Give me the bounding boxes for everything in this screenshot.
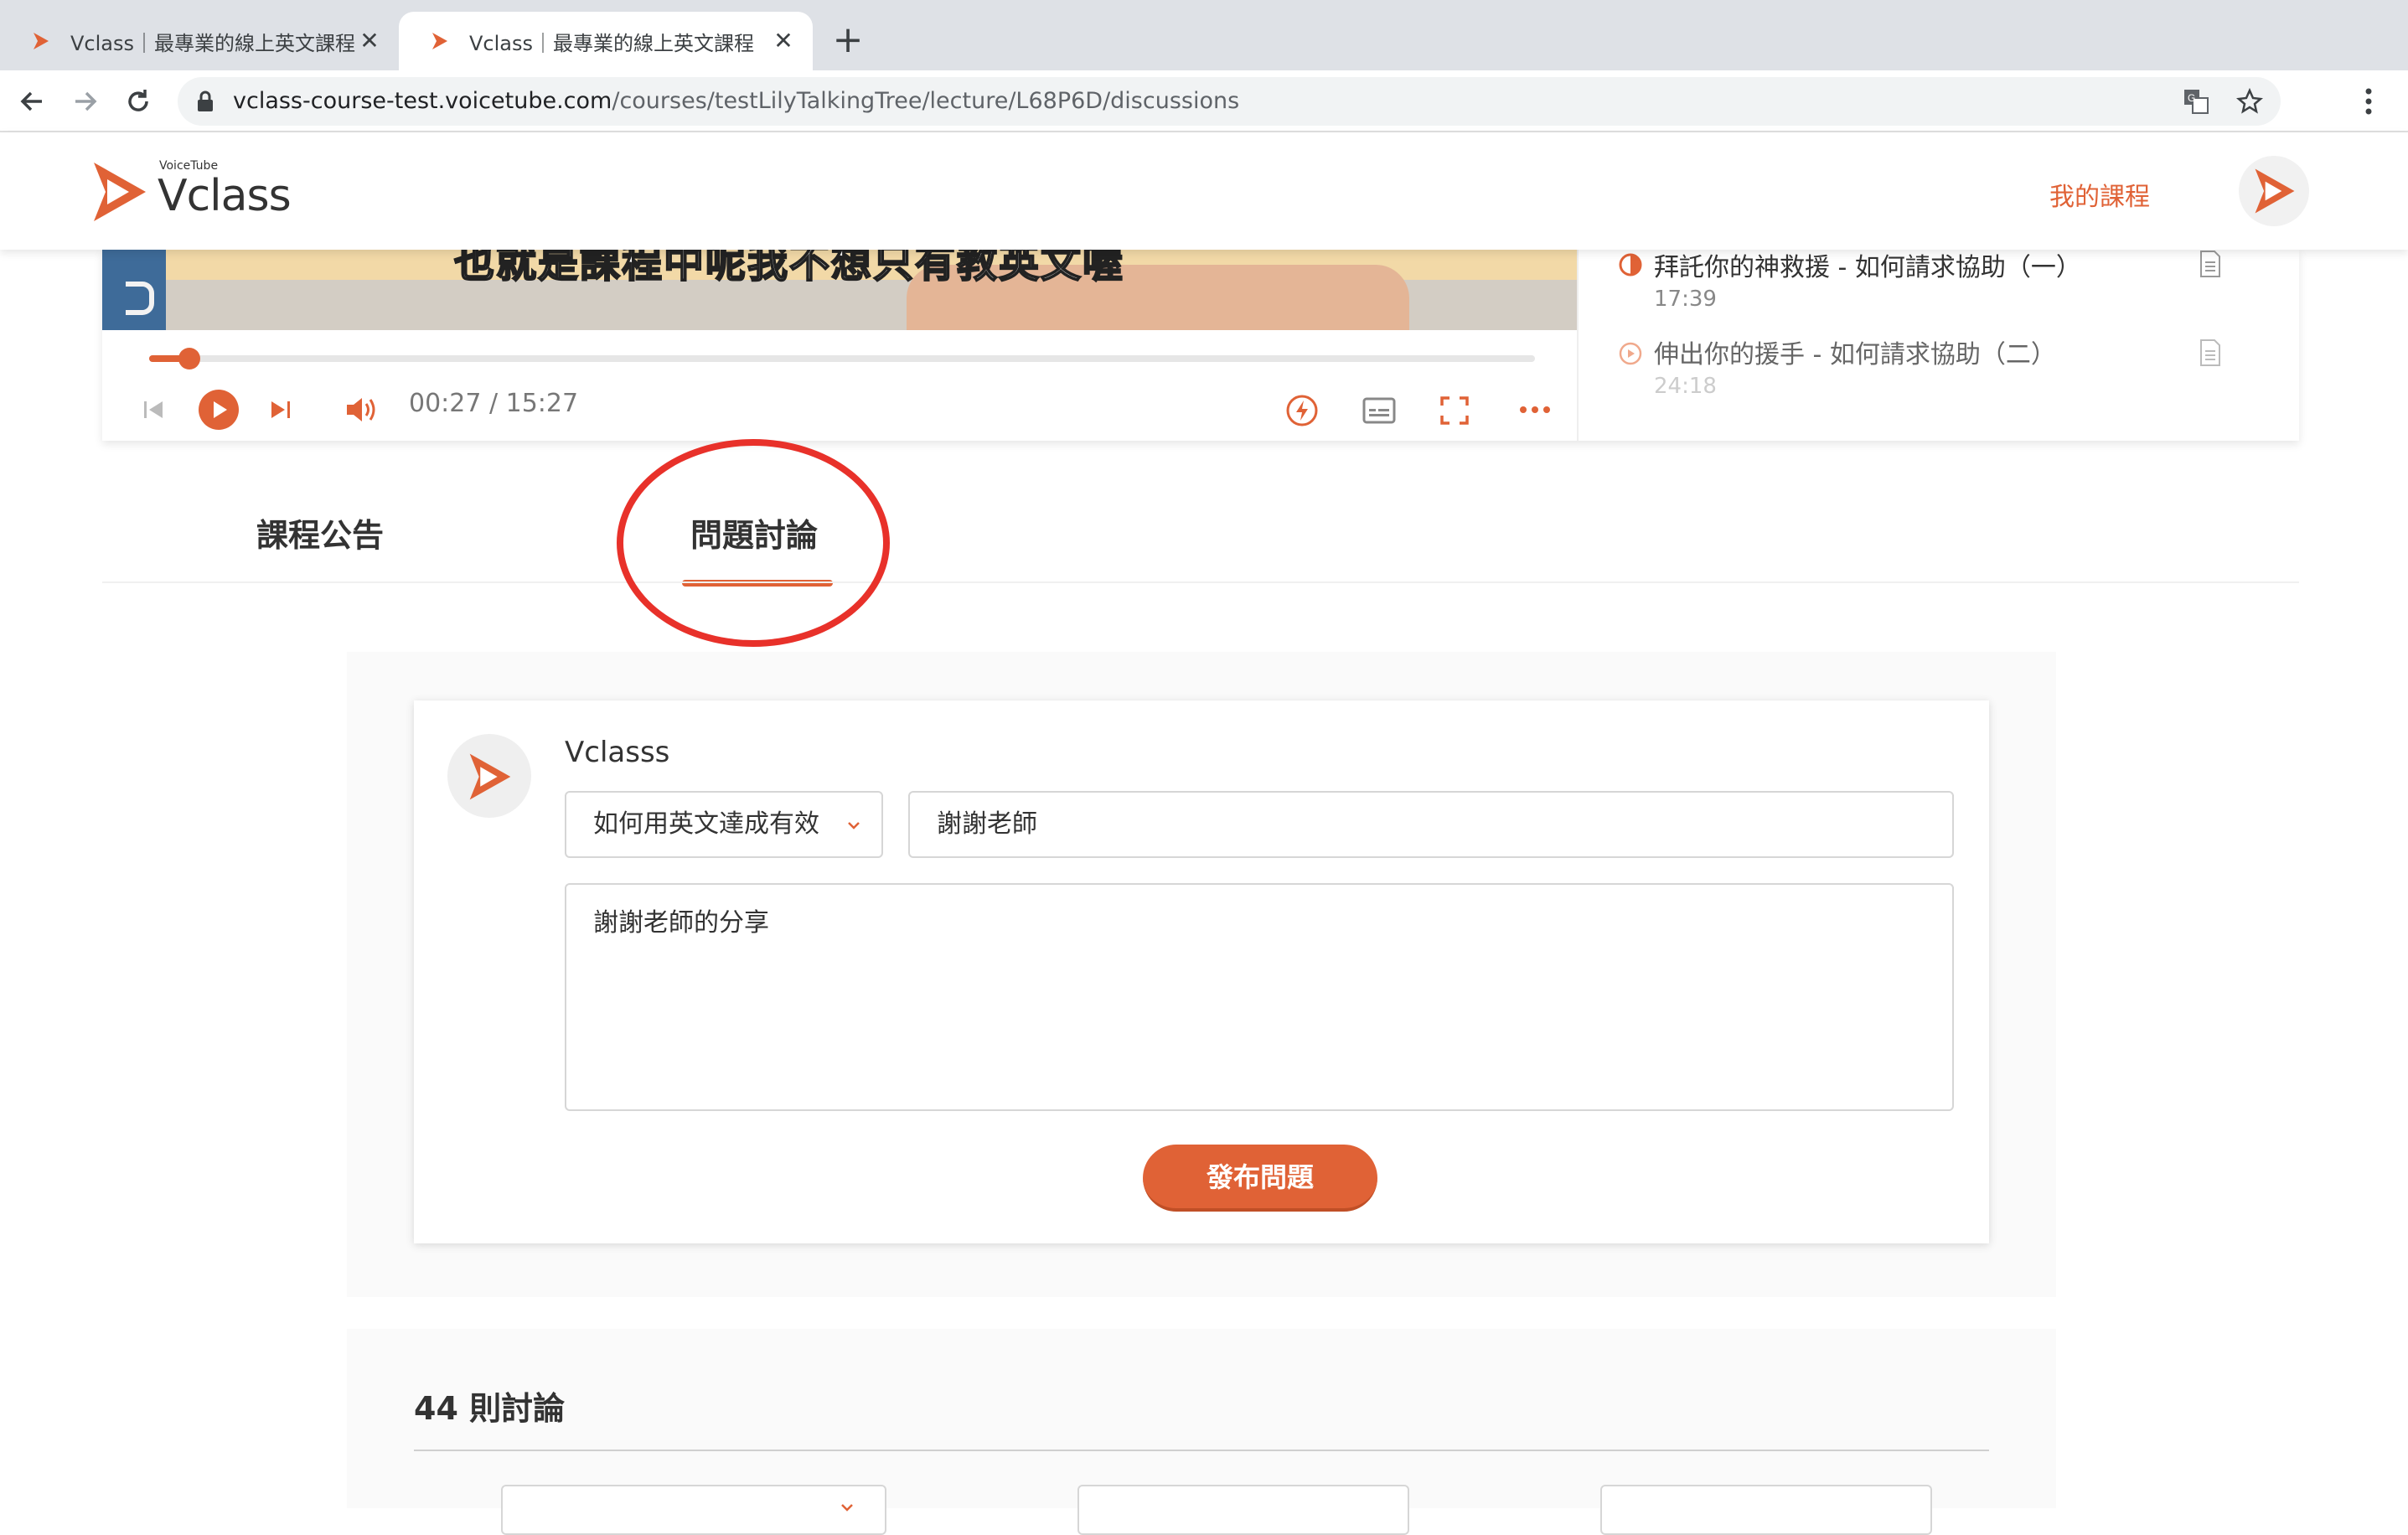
reload-icon[interactable] — [119, 82, 158, 121]
discussion-divider — [414, 1450, 1989, 1451]
discussion-count: 44 則討論 — [414, 1390, 566, 1427]
browser-tab-title: Vclass｜最專業的線上英文課程 — [70, 31, 355, 55]
vclass-favicon-icon — [34, 33, 49, 49]
star-icon[interactable] — [2235, 87, 2264, 116]
close-icon[interactable]: ✕ — [771, 28, 796, 54]
video-background — [102, 250, 166, 330]
playlist-item-duration: 17:39 — [1654, 287, 1717, 312]
player-controls: 00:27 / 15:27 — [102, 330, 1577, 441]
lecture-select[interactable]: 如何用英文達成有效 — [565, 791, 883, 858]
video-frame[interactable]: 也就是課程中呢我不想只有教英文喔 — [102, 250, 1577, 330]
post-question-button[interactable]: 發布問題 — [1143, 1145, 1377, 1212]
question-title-input[interactable]: 謝謝老師 — [908, 791, 1954, 858]
logo-big-text: Vclass — [158, 171, 292, 221]
vclass-logo-icon — [94, 163, 146, 221]
forward-icon[interactable] — [65, 82, 104, 121]
back-icon[interactable] — [13, 82, 52, 121]
lecture-playlist: 拜託你的神救援 - 如何請求協助（一） 17:39 伸出你的援手 - 如何請求協… — [1577, 250, 2299, 441]
fullscreen-icon[interactable] — [1439, 395, 1470, 426]
url-text: vclass-course-test.voicetube.com/courses… — [233, 77, 1239, 126]
previous-icon[interactable] — [141, 397, 166, 422]
translate-icon[interactable]: G — [2182, 87, 2210, 116]
avatar — [447, 734, 531, 818]
url-path: /courses/testLilyTalkingTree/lecture/L68… — [612, 88, 1240, 114]
user-avatar-icon — [2255, 168, 2295, 214]
browser-toolbar: vclass-course-test.voicetube.com/courses… — [0, 70, 2408, 132]
form-username: Vclasss — [565, 736, 670, 769]
more-options-icon[interactable] — [1518, 404, 1552, 416]
progress-bar[interactable] — [149, 348, 1535, 370]
tabs-divider — [102, 581, 2299, 583]
discussion-list-panel — [347, 1329, 2056, 1508]
playlist-item-title[interactable]: 伸出你的援手 - 如何請求協助（二） — [1654, 333, 2056, 370]
question-body-textarea[interactable]: 謝謝老師的分享 — [565, 883, 1954, 1111]
course-player: 也就是課程中呢我不想只有教英文喔 00:27 / 15:27 拜託你的神救援 -… — [102, 250, 2299, 441]
playlist-item-title[interactable]: 拜託你的神救援 - 如何請求協助（一） — [1654, 246, 2081, 283]
browser-tab-title: Vclass｜最專業的線上英文課程 — [469, 31, 754, 55]
vclass-favicon-icon — [432, 33, 447, 49]
subtitles-icon[interactable] — [1362, 397, 1396, 424]
in-progress-icon — [1619, 253, 1642, 277]
chevron-down-icon — [841, 1504, 853, 1512]
menu-icon[interactable] — [2356, 82, 2381, 121]
svg-text:G: G — [2188, 92, 2195, 104]
lock-icon — [198, 90, 213, 111]
filter-select-type[interactable] — [1077, 1485, 1409, 1535]
video-subtitle: 也就是課程中呢我不想只有教英文喔 — [453, 250, 1125, 287]
browser-tab-strip: Vclass｜最專業的線上英文課程 ✕ Vclass｜最專業的線上英文課程 ✕ … — [0, 0, 2408, 70]
user-avatar-icon — [469, 753, 511, 800]
my-courses-link[interactable]: 我的課程 — [2049, 176, 2150, 213]
address-bar[interactable]: vclass-course-test.voicetube.com/courses… — [178, 77, 2281, 126]
discussion-form: Vclasss 如何用英文達成有效 謝謝老師 謝謝老師的分享 發布問題 — [414, 700, 1989, 1243]
document-icon[interactable] — [2199, 250, 2222, 278]
progress-handle[interactable] — [178, 348, 200, 370]
volume-icon[interactable] — [345, 395, 379, 424]
next-icon[interactable] — [268, 397, 293, 422]
tab-discussions[interactable]: 問題討論 — [690, 509, 818, 556]
filter-select-lecture[interactable] — [501, 1485, 886, 1535]
browser-tab-2[interactable]: Vclass｜最專業的線上英文課程 ✕ — [399, 12, 813, 70]
avatar[interactable] — [2239, 156, 2309, 226]
vclass-logo[interactable]: VoiceTube Vclass — [92, 156, 293, 231]
play-circle-icon — [1619, 342, 1642, 365]
browser-tab-1[interactable]: Vclass｜最專業的線上英文課程 ✕ — [0, 12, 399, 70]
playlist-item-duration: 24:18 — [1654, 374, 1717, 399]
chevron-down-icon — [848, 822, 860, 830]
tab-announcements[interactable]: 課程公告 — [256, 509, 384, 556]
url-host: vclass-course-test.voicetube.com — [233, 88, 612, 114]
lecture-select-value: 如何用英文達成有效 — [593, 809, 819, 839]
document-icon[interactable] — [2199, 339, 2222, 367]
speed-icon[interactable] — [1285, 394, 1319, 427]
site-header: VoiceTube Vclass 我的課程 — [0, 132, 2408, 250]
new-tab-icon[interactable]: + — [829, 22, 866, 59]
close-icon[interactable]: ✕ — [357, 28, 382, 54]
filter-select-sort[interactable] — [1600, 1485, 1932, 1535]
time-display: 00:27 / 15:27 — [409, 389, 579, 418]
play-button[interactable] — [198, 389, 240, 431]
